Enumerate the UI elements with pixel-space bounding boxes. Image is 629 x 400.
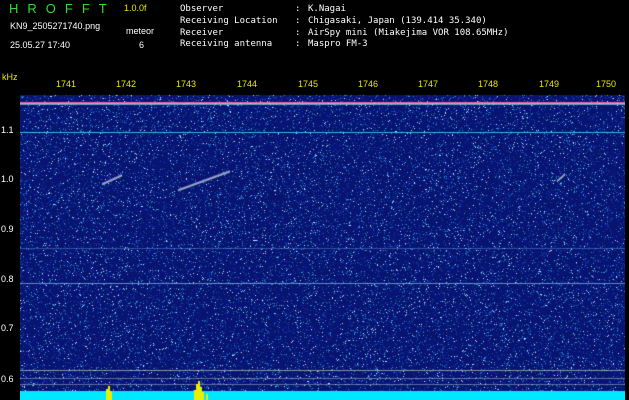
antenna-key: Receiving antenna [180, 39, 273, 49]
freq-unit-label: kHz [2, 72, 18, 82]
location-key: Receiving Location [180, 16, 278, 26]
time-tick-label: 1745 [297, 79, 319, 89]
hrofft-window: HROFFT 1.0.0f KN9_2505271740.png 25.05.2… [0, 0, 629, 400]
time-tick-label: 1743 [175, 79, 197, 89]
freq-tick-label: 0.9 [1, 224, 14, 234]
time-tick-label: 1747 [417, 79, 439, 89]
receiver-value: AirSpy mini (Miakejima VOR 108.65MHz) [308, 28, 509, 38]
antenna-sep: : [295, 39, 301, 49]
observer-key: Observer [180, 4, 224, 14]
receiver-sep: : [295, 28, 301, 38]
time-tick-label: 1750 [595, 79, 617, 89]
freq-tick-label: 0.7 [1, 323, 14, 333]
freq-tick-label: 1.1 [1, 125, 14, 135]
freq-tick-label: 0.8 [1, 274, 14, 284]
freq-tick-label: 1.0 [1, 174, 14, 184]
spectrogram-plot[interactable] [20, 77, 625, 400]
file-name: KN9_2505271740.png [10, 21, 101, 31]
time-tick-label: 1749 [538, 79, 560, 89]
time-tick-label: 1746 [357, 79, 379, 89]
location-value: Chigasaki, Japan (139.414 35.340) [308, 16, 487, 26]
freq-tick-label: 0.6 [1, 374, 14, 384]
location-sep: : [295, 16, 301, 26]
app-title: HROFFT [9, 1, 116, 16]
observer-sep: : [295, 4, 301, 14]
mode-label: meteor [126, 26, 155, 36]
observer-value: K.Nagai [308, 4, 346, 14]
capture-timestamp: 25.05.27 17:40 [10, 40, 71, 50]
time-tick-label: 1741 [55, 79, 77, 89]
antenna-value: Maspro FM-3 [308, 39, 368, 49]
time-axis: 1741 1742 1743 1744 1745 1746 1747 1748 … [20, 77, 625, 93]
receiver-key: Receiver [180, 28, 224, 38]
time-tick-label: 1744 [236, 79, 258, 89]
time-tick-label: 1742 [115, 79, 137, 89]
meteor-count: 6 [139, 40, 145, 50]
app-version: 1.0.0f [124, 3, 147, 13]
time-tick-label: 1748 [477, 79, 499, 89]
